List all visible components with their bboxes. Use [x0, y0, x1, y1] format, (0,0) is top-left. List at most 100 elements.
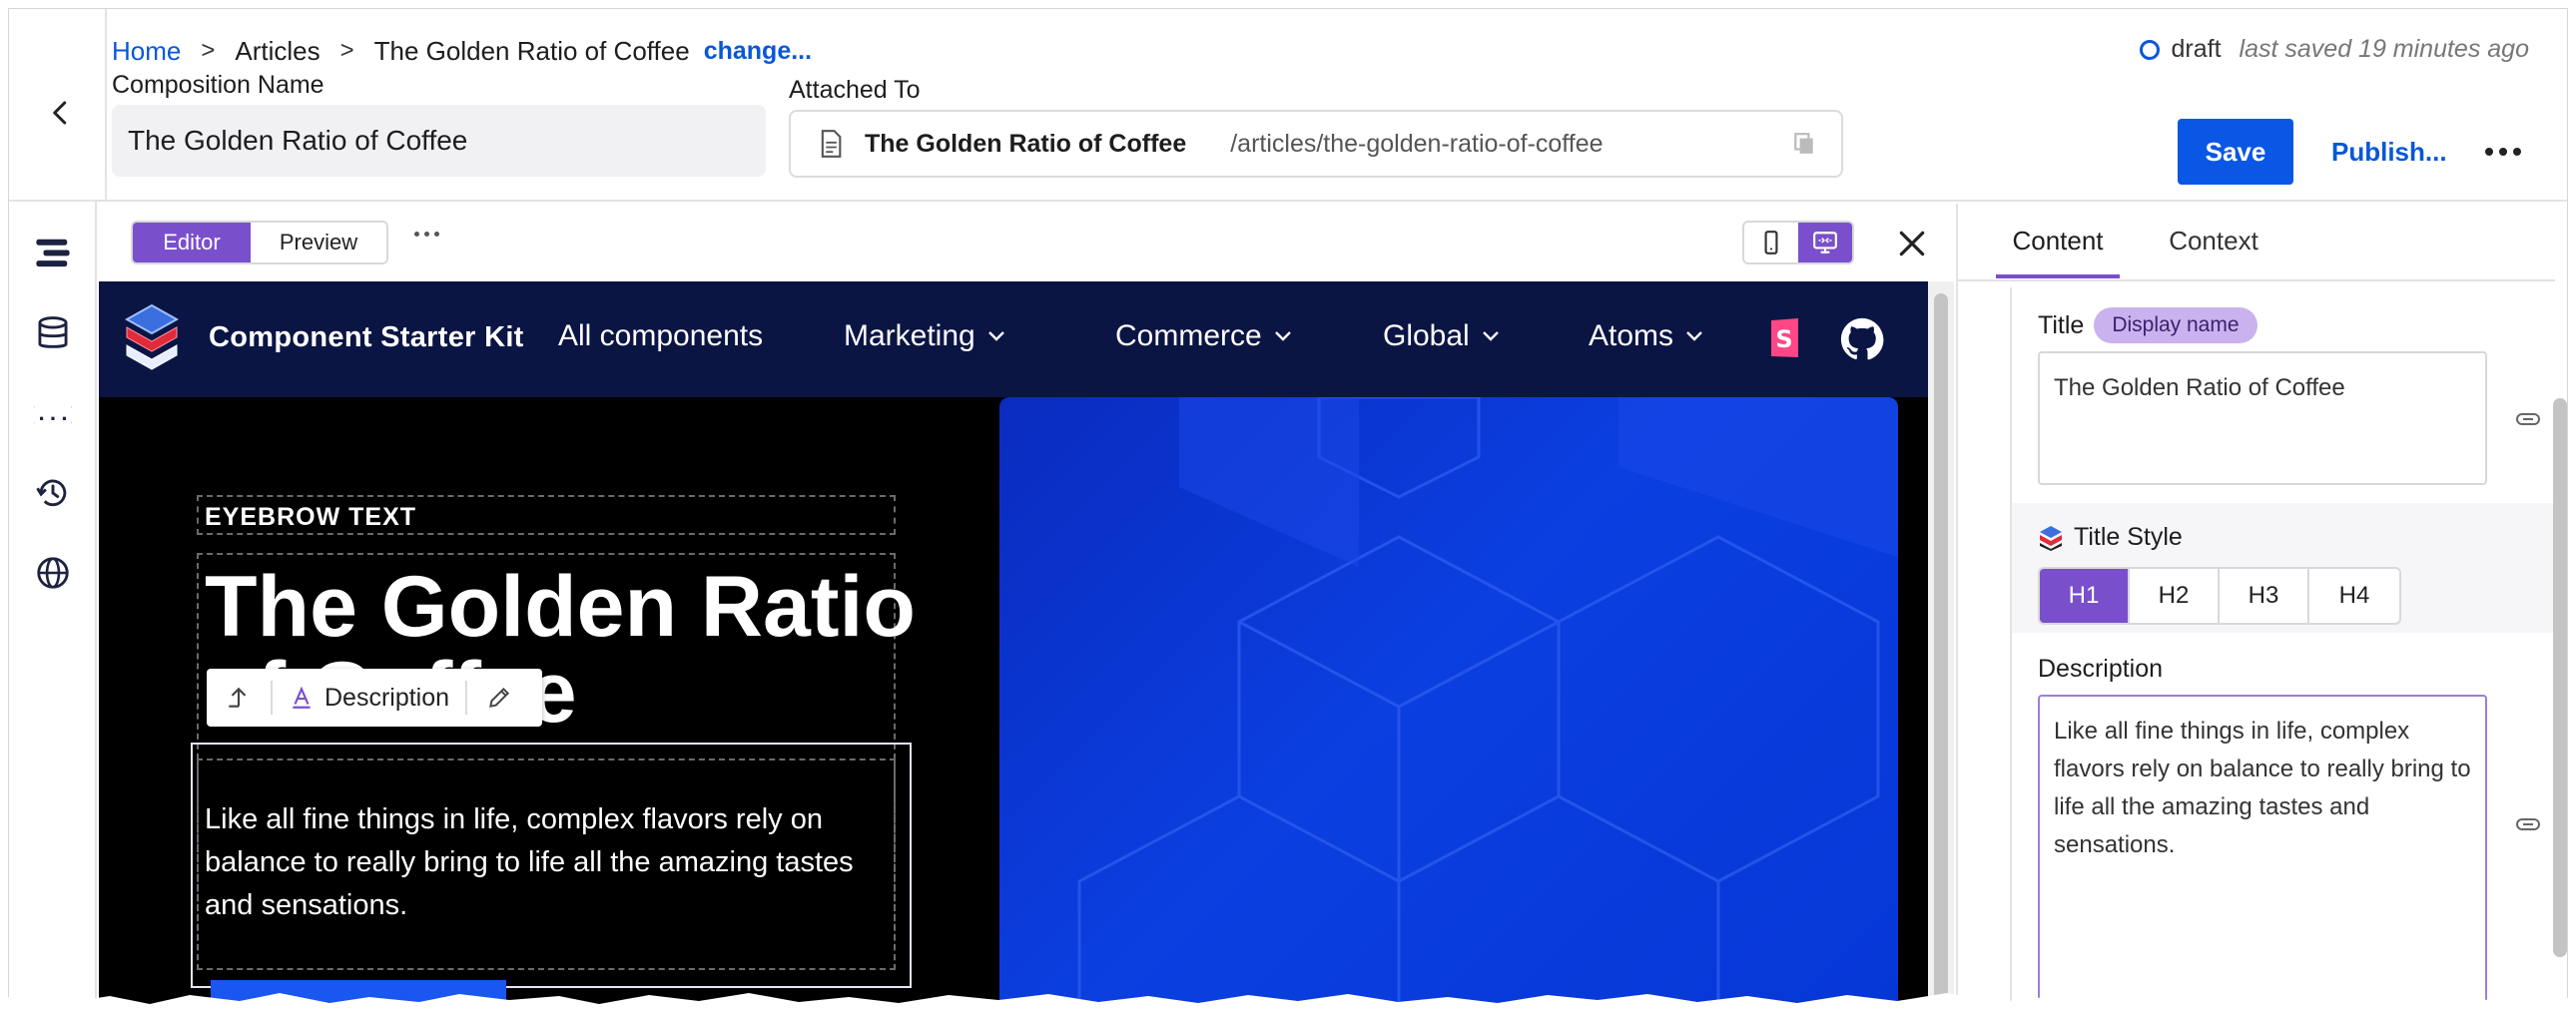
more-dot	[424, 232, 429, 237]
publish-button[interactable]: Publish...	[2315, 119, 2463, 185]
more-dot	[2513, 148, 2521, 156]
rail-history-button[interactable]	[31, 471, 75, 515]
site-nav-atoms[interactable]: Atoms	[1589, 319, 1703, 353]
element-floating-toolbar: Description	[207, 669, 542, 727]
close-icon[interactable]	[1896, 228, 1928, 259]
tab-content[interactable]: Content	[1996, 226, 2120, 278]
more-dot	[434, 232, 439, 237]
title-label: Title	[2038, 310, 2085, 339]
left-rail: {...}	[9, 202, 97, 1009]
breadcrumb-separator: >	[201, 37, 216, 64]
more-dot	[414, 232, 419, 237]
breadcrumb-home[interactable]: Home	[112, 36, 181, 67]
draft-status-icon	[2139, 39, 2160, 60]
title-input[interactable]: The Golden Ratio of Coffee	[2038, 351, 2487, 485]
title-style-h4[interactable]: H4	[2309, 569, 2399, 623]
github-icon[interactable]	[1840, 317, 1884, 361]
site-nav-global[interactable]: Global	[1383, 319, 1500, 353]
canvas-scrollbar[interactable]	[1928, 281, 1954, 1009]
component-parameter-icon	[2040, 525, 2062, 551]
hero-image	[999, 397, 1898, 1009]
chevron-left-icon	[53, 101, 67, 125]
site-nav-commerce[interactable]: Commerce	[1115, 319, 1292, 353]
attached-to-label: Attached To	[789, 76, 921, 104]
more-options-button[interactable]	[2475, 127, 2531, 177]
variables-icon: {...}	[34, 403, 72, 425]
site-nav-marketing[interactable]: Marketing	[844, 319, 1005, 353]
panel-tabs: Content Context	[1958, 204, 2555, 281]
title-style-h1[interactable]: H1	[2040, 569, 2130, 623]
chevron-down-icon	[1686, 331, 1702, 341]
chevron-down-icon	[1482, 331, 1499, 341]
title-style-h3[interactable]: H3	[2220, 569, 2309, 623]
torn-edge-decoration	[0, 993, 2576, 1018]
tab-editor[interactable]: Editor	[133, 223, 251, 262]
app-window: Home > Articles > The Golden Ratio of Co…	[8, 8, 2568, 1010]
eyebrow-text[interactable]: EYEBROW TEXT	[205, 503, 416, 532]
edit-element-button[interactable]	[467, 669, 531, 727]
title-style-h2[interactable]: H2	[2130, 569, 2220, 623]
mobile-view-button[interactable]	[1744, 223, 1798, 262]
save-status: draft last saved 19 minutes ago	[2139, 35, 2529, 64]
canvas-more-button[interactable]	[414, 232, 439, 237]
pencil-icon	[489, 687, 510, 708]
element-type-label: Description	[273, 684, 465, 713]
database-icon	[38, 316, 68, 348]
preview-canvas: Component Starter Kit All components Mar…	[99, 281, 1928, 1009]
breadcrumb: Home > Articles > The Golden Ratio of Co…	[112, 29, 812, 73]
chevron-down-icon	[987, 331, 1004, 341]
site-nav: Component Starter Kit All components Mar…	[99, 281, 1928, 397]
tab-preview[interactable]: Preview	[251, 223, 386, 262]
link-field-icon[interactable]	[2515, 411, 2541, 427]
nav-label: Global	[1383, 319, 1470, 352]
composition-name-input[interactable]	[112, 105, 766, 177]
tab-context[interactable]: Context	[2158, 226, 2269, 274]
select-parent-button[interactable]	[207, 669, 271, 727]
more-dot	[2485, 148, 2493, 156]
svg-text:S: S	[1775, 325, 1792, 353]
nav-label: Atoms	[1589, 319, 1674, 352]
properties-panel: Content Context Title Display name The G…	[1956, 204, 2567, 1009]
attached-title: The Golden Ratio of Coffee	[865, 129, 1187, 158]
change-attachment-link[interactable]: change...	[704, 37, 812, 66]
panel-scrollbar[interactable]	[2553, 398, 2567, 957]
header-divider	[105, 9, 107, 202]
desktop-view-button[interactable]	[1798, 223, 1852, 262]
rail-components-button[interactable]	[31, 232, 75, 275]
rail-variables-button[interactable]: {...}	[31, 391, 75, 435]
last-saved-text: last saved 19 minutes ago	[2239, 35, 2529, 63]
site-nav-all-components[interactable]: All components	[558, 319, 763, 353]
nav-label: Commerce	[1115, 319, 1262, 352]
chevron-down-icon	[1274, 331, 1291, 341]
save-button[interactable]: Save	[2178, 119, 2293, 185]
breadcrumb-current: The Golden Ratio of Coffee	[373, 35, 690, 66]
title-style-label-row: Title Style	[2038, 523, 2183, 552]
description-input[interactable]: Like all fine things in life, complex fl…	[2038, 695, 2487, 1009]
breadcrumb-separator: >	[339, 37, 354, 64]
arrow-up-icon	[229, 687, 247, 708]
site-logo-icon	[124, 303, 180, 370]
scrollbar-thumb[interactable]	[1934, 293, 1948, 1009]
rail-locales-button[interactable]	[31, 551, 75, 595]
more-dot	[2499, 148, 2507, 156]
breadcrumb-articles: Articles	[235, 35, 321, 66]
desktop-icon	[1813, 232, 1837, 254]
attached-path: /articles/the-golden-ratio-of-coffee	[1230, 129, 1604, 158]
display-name-badge: Display name	[2094, 307, 2257, 343]
mobile-icon	[1764, 231, 1778, 254]
composition-header: Home > Articles > The Golden Ratio of Co…	[9, 9, 2567, 202]
back-button[interactable]	[31, 83, 91, 143]
canvas-toolbar: Editor Preview	[99, 204, 1954, 281]
nav-label: Marketing	[844, 319, 975, 352]
attached-to-field[interactable]: The Golden Ratio of Coffee /articles/the…	[789, 110, 1843, 178]
site-name: Component Starter Kit	[209, 321, 524, 353]
storybook-icon[interactable]: S	[1768, 317, 1802, 359]
nav-label: All components	[558, 319, 764, 352]
svg-text:{...}: {...}	[34, 403, 72, 425]
rail-data-button[interactable]	[31, 311, 75, 355]
link-field-icon[interactable]	[2515, 816, 2541, 832]
hero-geometric-pattern	[1077, 397, 1898, 1009]
copy-icon[interactable]	[1793, 132, 1815, 156]
title-style-field: Title Style H1 H2 H3 H4	[2012, 503, 2555, 633]
device-toggle	[1742, 221, 1854, 264]
